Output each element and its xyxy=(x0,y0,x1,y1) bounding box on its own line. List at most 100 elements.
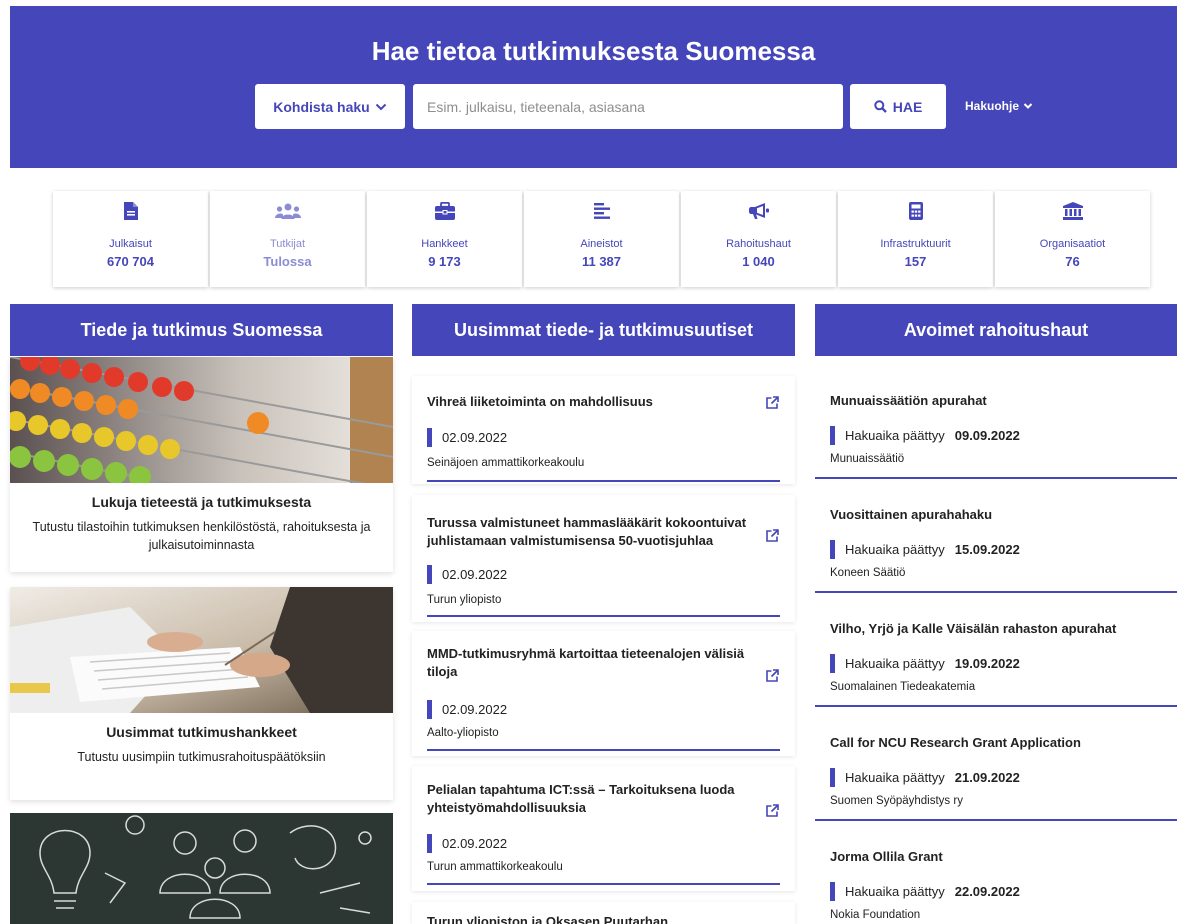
section-heading-science: Tiede ja tutkimus Suomessa xyxy=(10,304,393,356)
funding-organisation: Suomen Syöpäyhdistys ry xyxy=(830,795,963,807)
file-icon xyxy=(123,202,138,220)
external-link-icon xyxy=(766,804,779,817)
stat-label: Organisaatiot xyxy=(1039,238,1106,250)
news-source: Aalto-yliopisto xyxy=(427,727,499,739)
abacus-image xyxy=(10,357,393,483)
search-button[interactable]: HAE xyxy=(850,84,946,129)
news-item[interactable]: Turun yliopiston ja Oksasen Puutarhan xyxy=(412,902,795,924)
deadline-label: Hakuaika päättyy xyxy=(845,770,945,785)
stat-infrastructures[interactable]: Infrastruktuurit 157 xyxy=(838,191,993,287)
date-marker xyxy=(830,426,835,445)
deadline-date: 09.09.2022 xyxy=(954,428,1020,443)
divider xyxy=(815,591,1177,593)
news-title: MMD-tutkimusryhmä kartoittaa tieteenaloj… xyxy=(427,646,745,679)
divider xyxy=(427,480,780,482)
funding-organisation: Nokia Foundation xyxy=(830,909,921,921)
stat-label: Hankkeet xyxy=(421,238,468,250)
chevron-down-icon xyxy=(375,103,386,110)
divider xyxy=(815,819,1177,821)
stat-value: 1 040 xyxy=(742,254,775,269)
date-marker xyxy=(427,834,432,853)
funding-call-item[interactable]: Jorma Ollila Grant Hakuaika päättyy 22.09… xyxy=(815,832,1177,924)
news-item[interactable]: Pelialan tapahtuma ICT:ssä – Tarkoitukse… xyxy=(412,766,795,891)
funding-title: Jorma Ollila Grant xyxy=(830,849,943,864)
chevron-down-icon xyxy=(1023,103,1033,109)
news-date-text: 02.09.2022 xyxy=(442,567,508,582)
news-date: 02.09.2022 xyxy=(427,565,507,584)
divider xyxy=(427,749,780,751)
deadline-date: 19.09.2022 xyxy=(954,656,1020,671)
briefcase-icon xyxy=(434,202,455,220)
stat-value: 11 387 xyxy=(581,254,622,269)
news-item[interactable]: MMD-tutkimusryhmä kartoittaa tieteenaloj… xyxy=(412,631,795,756)
stat-value: 76 xyxy=(1065,254,1080,269)
news-item[interactable]: Turussa valmistuneet hammaslääkärit koko… xyxy=(412,495,795,622)
funding-organisation: Koneen Säätiö xyxy=(830,567,906,579)
search-input[interactable] xyxy=(413,84,843,129)
stat-organisations[interactable]: Organisaatiot 76 xyxy=(995,191,1150,287)
deadline-date: 15.09.2022 xyxy=(954,542,1020,557)
stat-value: 157 xyxy=(904,254,927,269)
funding-call-item[interactable]: Vilho, Yrjö ja Kalle Väisälän rahaston a… xyxy=(815,604,1177,709)
date-marker xyxy=(830,540,835,559)
news-title: Turussa valmistuneet hammaslääkärit koko… xyxy=(427,515,747,548)
search-icon xyxy=(874,100,887,113)
feature-card-projects[interactable]: Uusimmat tutkimushankkeet Tutustu uusimp… xyxy=(10,587,393,800)
target-search-button[interactable]: Kohdista haku xyxy=(255,84,405,129)
deadline-date: 22.09.2022 xyxy=(954,884,1020,899)
news-date-text: 02.09.2022 xyxy=(442,702,508,717)
funding-organisation: Suomalainen Tiedeakatemia xyxy=(830,681,976,693)
funding-call-item[interactable]: Vuosittainen apurahahaku Hakuaika päätty… xyxy=(815,490,1177,595)
feature-card-chalkboard[interactable] xyxy=(10,813,393,924)
funding-title: Vilho, Yrjö ja Kalle Väisälän rahaston a… xyxy=(830,621,1117,636)
funding-deadline: Hakuaika päättyy 19.09.2022 xyxy=(830,654,1020,673)
users-icon xyxy=(274,203,301,219)
funding-title: Vuosittainen apurahahaku xyxy=(830,507,993,522)
stat-projects[interactable]: Hankkeet 9 173 xyxy=(367,191,522,287)
external-link-icon xyxy=(766,396,779,409)
news-item[interactable]: Vihreä liiketoiminta on mahdollisuus 02.… xyxy=(412,376,795,484)
stat-datasets[interactable]: Aineistot 11 387 xyxy=(524,191,679,287)
stat-researchers[interactable]: Tutkijat Tulossa xyxy=(210,191,365,287)
news-date: 02.09.2022 xyxy=(427,700,507,719)
section-heading-funding: Avoimet rahoitushaut xyxy=(815,304,1177,356)
stat-label: Infrastruktuurit xyxy=(880,238,951,250)
align-left-icon xyxy=(593,203,610,219)
deadline-label: Hakuaika päättyy xyxy=(845,656,945,671)
date-marker xyxy=(427,428,432,447)
stat-value: 670 704 xyxy=(107,254,154,269)
deadline-label: Hakuaika päättyy xyxy=(845,884,945,899)
feature-title: Uusimmat tutkimushankkeet xyxy=(106,724,297,740)
search-help-label: Hakuohje xyxy=(965,99,1020,113)
feature-title: Lukuja tieteestä ja tutkimuksesta xyxy=(91,494,312,510)
funding-call-item[interactable]: Call for NCU Research Grant Application … xyxy=(815,718,1177,823)
search-hero: Hae tietoa tutkimuksesta Suomessa Kohdis… xyxy=(10,6,1177,168)
desk-work-image xyxy=(10,587,393,713)
divider xyxy=(815,477,1177,479)
stat-label: Tutkijat xyxy=(269,238,306,250)
news-date: 02.09.2022 xyxy=(427,428,507,447)
news-title: Pelialan tapahtuma ICT:ssä – Tarkoitukse… xyxy=(427,782,735,815)
university-icon xyxy=(1062,202,1083,220)
stat-label: Rahoitushaut xyxy=(726,238,791,250)
search-help-link[interactable]: Hakuohje xyxy=(965,99,1033,113)
deadline-label: Hakuaika päättyy xyxy=(845,428,945,443)
stat-value: 9 173 xyxy=(428,254,461,269)
news-source: Turun yliopisto xyxy=(427,594,502,606)
page-title: Hae tietoa tutkimuksesta Suomessa xyxy=(371,36,816,66)
date-marker xyxy=(830,768,835,787)
stat-funding-calls[interactable]: Rahoitushaut 1 040 xyxy=(681,191,836,287)
funding-deadline: Hakuaika päättyy 09.09.2022 xyxy=(830,426,1020,445)
stat-publications[interactable]: Julkaisut 670 704 xyxy=(53,191,208,287)
calculator-icon xyxy=(908,202,923,220)
stat-label: Julkaisut xyxy=(109,238,152,250)
news-source: Seinäjoen ammattikorkeakoulu xyxy=(427,457,585,469)
feature-card-statistics[interactable]: Lukuja tieteestä ja tutkimuksesta Tutust… xyxy=(10,357,393,572)
divider xyxy=(815,705,1177,707)
funding-title: Munuaissäätiön apurahat xyxy=(830,393,987,408)
funding-call-item[interactable]: Munuaissäätiön apurahat Hakuaika päättyy… xyxy=(815,376,1177,481)
external-link-icon xyxy=(766,529,779,542)
deadline-label: Hakuaika päättyy xyxy=(845,542,945,557)
news-title: Turun yliopiston ja Oksasen Puutarhan xyxy=(427,914,669,924)
stat-label: Aineistot xyxy=(580,238,623,250)
